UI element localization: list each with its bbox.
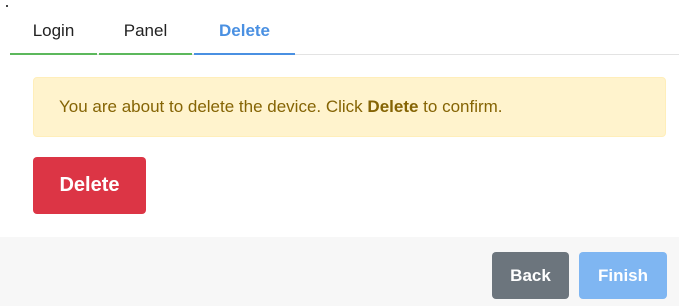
alert-message: You are about to delete the device. Clic… (59, 97, 503, 117)
finish-button[interactable]: Finish (579, 252, 667, 299)
back-button[interactable]: Back (492, 252, 569, 299)
wizard-footer: Back Finish (0, 237, 679, 306)
tab-delete-label: Delete (218, 21, 271, 40)
tab-panel-underline (99, 53, 192, 55)
alert-emphasis: Delete (367, 97, 419, 116)
tab-panel-label: Panel (123, 21, 168, 40)
corner-mark (6, 5, 8, 7)
tab-login-underline (10, 53, 97, 55)
tab-delete[interactable]: Delete (194, 0, 295, 55)
alert-text-before: You are about to delete the device. Clic… (59, 97, 368, 116)
delete-device-wizard: Login Panel Delete You are about to dele… (0, 0, 679, 306)
delete-button[interactable]: Delete (33, 157, 146, 214)
tab-login[interactable]: Login (10, 0, 97, 55)
tab-login-label: Login (32, 21, 75, 40)
tab-delete-underline (194, 53, 295, 55)
alert-text-after: to confirm. (418, 97, 503, 116)
delete-confirmation-alert: You are about to delete the device. Clic… (33, 77, 666, 137)
wizard-tab-bar: Login Panel Delete (10, 0, 679, 55)
tab-panel[interactable]: Panel (99, 0, 192, 55)
